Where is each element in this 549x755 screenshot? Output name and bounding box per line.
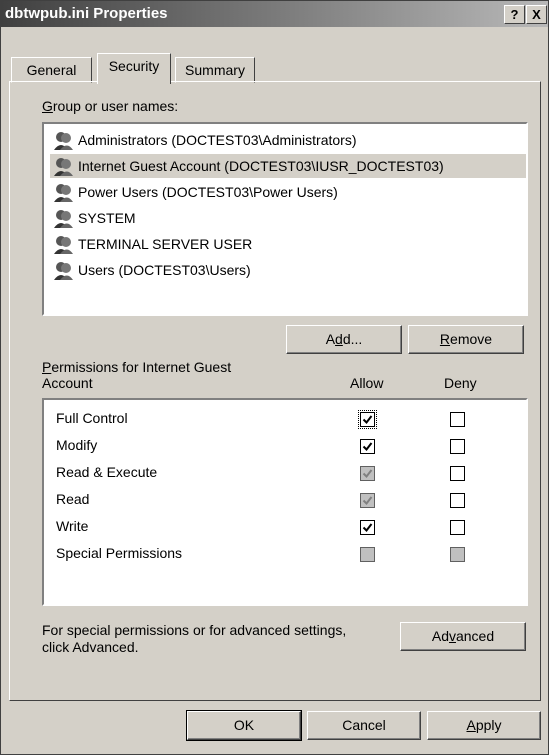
permissions-label: Permissions for Internet Guest Account [42,359,232,391]
title-bar[interactable]: dbtwpub.ini Properties ? X [1,1,548,27]
remove-button[interactable]: Remove [408,325,524,354]
security-tab-panel: Group or user names: Administrators (DOC… [9,81,541,701]
permission-name: Write [56,518,89,534]
user-list-item[interactable]: Power Users (DOCTEST03\Power Users) [52,180,338,204]
apply-button[interactable]: Apply [427,711,541,740]
user-name: Administrators (DOCTEST03\Administrators… [78,132,357,148]
tab-general[interactable]: General [11,57,92,83]
user-name: TERMINAL SERVER USER [78,236,253,252]
user-name: Users (DOCTEST03\Users) [78,262,251,278]
user-group-icon [52,157,74,177]
user-list-item[interactable]: TERMINAL SERVER USER [52,232,252,256]
advanced-hint: For special permissions or for advanced … [42,622,347,655]
user-name: SYSTEM [78,210,136,226]
user-group-icon [52,235,74,255]
allow-checkbox[interactable] [360,520,375,535]
user-list[interactable]: Administrators (DOCTEST03\Administrators… [42,122,528,316]
allow-checkbox[interactable] [360,466,375,481]
deny-header: Deny [444,375,477,391]
permission-name: Special Permissions [56,545,183,561]
user-group-icon [52,209,74,229]
group-names-label: Group or user names: [42,98,179,114]
window-title: dbtwpub.ini Properties [5,5,168,22]
permissions-list: Full Control Modify Read & Execute Read Writ… [42,398,528,606]
user-list-item[interactable]: Users (DOCTEST03\Users) [52,258,251,282]
user-list-item[interactable]: Administrators (DOCTEST03\Administrators… [52,128,357,152]
permission-name: Full Control [56,410,128,426]
deny-checkbox[interactable] [450,493,465,508]
permission-name: Modify [56,437,98,453]
allow-checkbox[interactable] [360,547,375,562]
properties-dialog: dbtwpub.ini Properties ? X General Secur… [0,0,549,755]
tab-security[interactable]: Security [97,53,171,84]
user-group-icon [52,131,74,151]
deny-checkbox[interactable] [450,547,465,562]
user-name: Internet Guest Account (DOCTEST03\IUSR_D… [78,158,444,174]
deny-checkbox[interactable] [450,439,465,454]
cancel-button[interactable]: Cancel [307,711,421,740]
deny-checkbox[interactable] [450,520,465,535]
advanced-button[interactable]: Advanced [400,622,526,651]
allow-checkbox[interactable] [360,493,375,508]
permission-name: Read [56,491,90,507]
user-list-item[interactable]: SYSTEM [52,206,136,230]
deny-checkbox[interactable] [450,412,465,427]
ok-button[interactable]: OK [186,710,302,741]
user-group-icon [52,183,74,203]
user-group-icon [52,261,74,281]
user-name: Power Users (DOCTEST03\Power Users) [78,184,338,200]
tab-summary[interactable]: Summary [175,57,255,83]
add-button[interactable]: Add... [286,325,402,354]
permission-name: Read & Execute [56,464,158,480]
allow-checkbox[interactable] [360,439,375,454]
allow-checkbox[interactable] [358,410,377,429]
close-button[interactable]: X [526,5,547,24]
deny-checkbox[interactable] [450,466,465,481]
allow-header: Allow [350,375,384,391]
user-list-item[interactable]: Internet Guest Account (DOCTEST03\IUSR_D… [50,154,526,178]
help-button[interactable]: ? [504,5,525,24]
